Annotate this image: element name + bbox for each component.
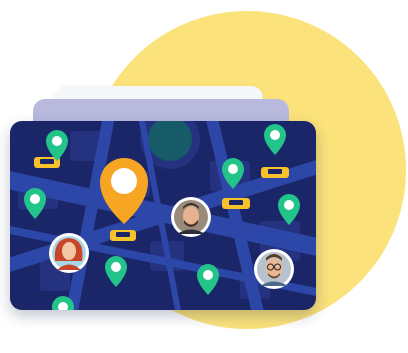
man-glasses-avatar: [254, 249, 294, 289]
location-pin-icon: [24, 188, 46, 219]
map-card: [10, 121, 316, 310]
location-pin-icon: [197, 264, 219, 295]
hero-illustration: [0, 0, 408, 353]
location-pin-icon: [46, 130, 68, 161]
taxi-icon: [110, 230, 136, 241]
location-pin-icon: [278, 194, 300, 225]
location-pin-icon: [264, 124, 286, 155]
man-beard-avatar: [171, 197, 211, 237]
taxi-icon: [261, 167, 289, 178]
woman-red-hair-avatar: [49, 233, 89, 273]
taxi-icon: [222, 198, 250, 209]
city-map: [10, 121, 316, 310]
location-pin-icon: [105, 256, 127, 287]
